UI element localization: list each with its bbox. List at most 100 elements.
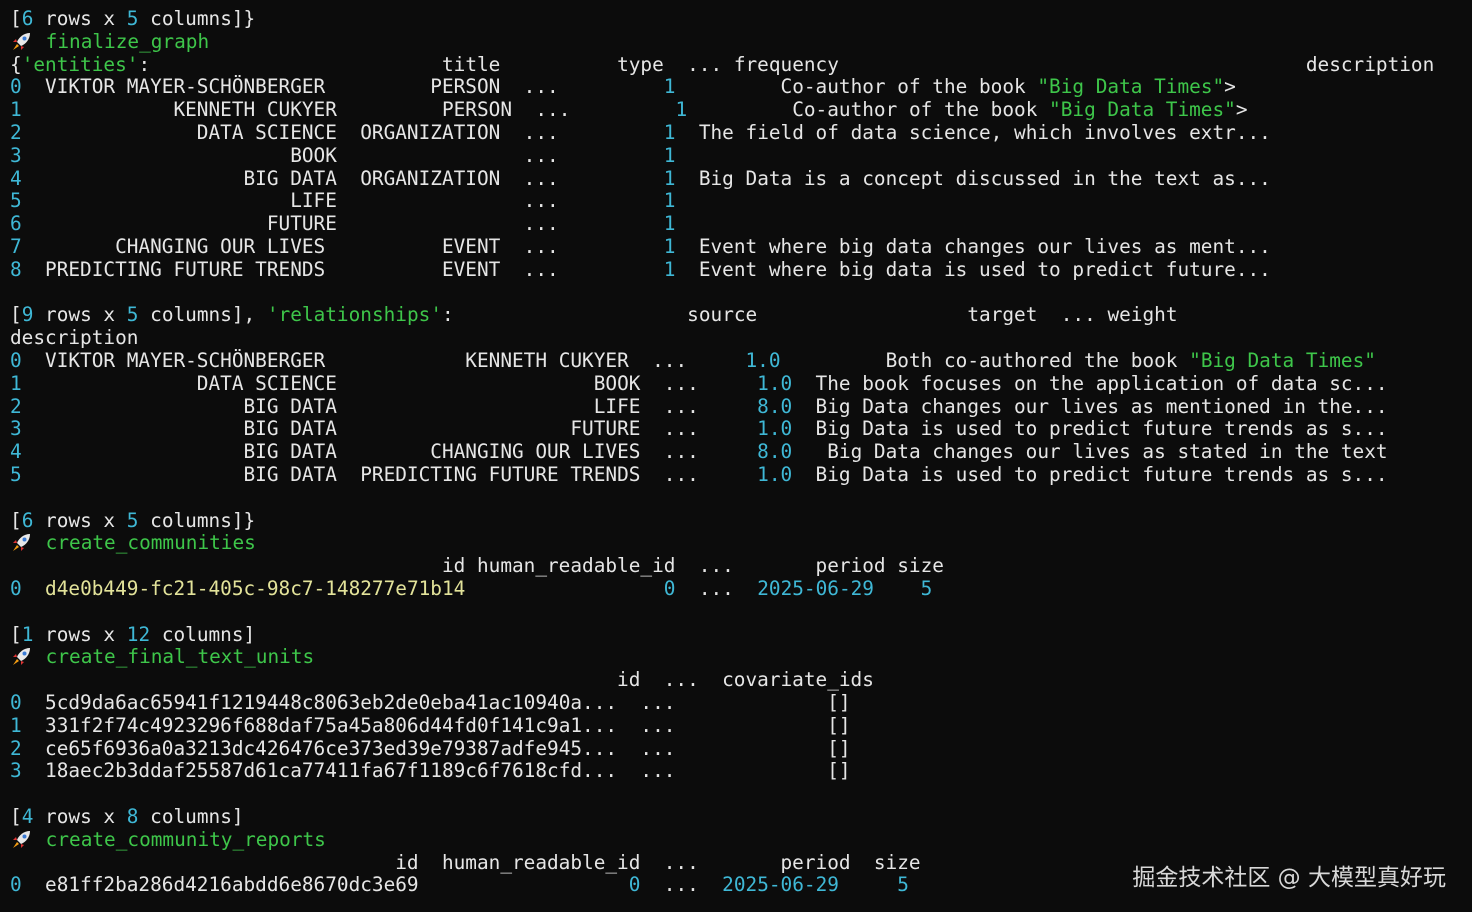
terminal-text: "Big Data Times" xyxy=(1049,98,1236,122)
terminal-text: rows x xyxy=(33,622,127,646)
terminal-text: id human_readable_id ... period size xyxy=(10,554,944,578)
watermark: 掘金技术社区 @ 大模型真好玩 xyxy=(1132,865,1446,891)
terminal-text: Big Data is used to predict future trend… xyxy=(792,417,1388,441)
terminal-text: BIG DATA FUTURE ... xyxy=(21,417,758,441)
terminal-line: {'entities': title type ... frequency de… xyxy=(10,52,1434,76)
terminal-line: [1 rows x 12 columns] xyxy=(10,622,255,646)
terminal-text: 5 xyxy=(126,7,139,30)
terminal-text: 4 xyxy=(10,440,22,464)
terminal-text: 1 xyxy=(663,235,676,258)
terminal-text: 2025-06-29 xyxy=(757,577,874,600)
terminal-text: columns] xyxy=(138,805,244,828)
terminal-text: 1.0 xyxy=(757,371,793,395)
terminal-text: 0 xyxy=(663,577,676,600)
terminal-text: 1 xyxy=(663,166,676,190)
terminal-line: create_community_reports xyxy=(10,827,326,851)
terminal-text: : source target ... weight xyxy=(442,303,1178,327)
terminal-text: Co-author of the book xyxy=(687,98,1050,122)
terminal-text: BOOK ... xyxy=(21,143,664,167)
terminal-line: 1 331f2f74c4923296f688daf75a45a806d44fd0… xyxy=(10,713,851,737)
terminal-text: BIG DATA LIFE ... xyxy=(21,394,758,418)
terminal-line: 0 d4e0b449-fc21-405c-98c7-148277e71b14 0… xyxy=(10,578,932,600)
terminal-text: 2 xyxy=(10,736,22,760)
terminal-text: 0 xyxy=(628,873,641,897)
terminal-text: PREDICTING FUTURE TRENDS EVENT ... xyxy=(21,257,664,281)
terminal-text: { xyxy=(10,52,22,76)
terminal-text: The book focuses on the application of d… xyxy=(792,371,1388,395)
terminal-text: Co-author of the book xyxy=(675,75,1038,99)
terminal-line: description xyxy=(10,327,138,349)
terminal-text: 3 xyxy=(10,417,22,441)
terminal-line: finalize_graph xyxy=(10,29,210,53)
terminal-line: id human_readable_id ... period size xyxy=(10,851,920,874)
terminal-text: [ xyxy=(10,622,22,646)
terminal-text: 'relationships' xyxy=(266,303,443,327)
terminal-text: ce65f6936a0a3213dc426476ce373ed39e79387a… xyxy=(21,736,851,760)
rocket-icon xyxy=(10,646,34,666)
terminal-text: FUTURE ... xyxy=(21,212,664,236)
terminal-line: 0 e81ff2ba286d4216abdd6e8670dc3e69 0 ...… xyxy=(10,874,909,896)
terminal-text: [ xyxy=(10,7,22,30)
terminal-text: 5 xyxy=(126,303,139,327)
terminal-line: 2 DATA SCIENCE ORGANIZATION ... 1 The fi… xyxy=(10,122,1271,144)
terminal-text: 8.0 xyxy=(757,440,793,464)
terminal-line: 2 BIG DATA LIFE ... 8.0 Big Data changes… xyxy=(10,394,1388,418)
terminal-text: [ xyxy=(10,805,22,828)
terminal-text: Big Data changes our lives as mentioned … xyxy=(792,394,1388,418)
terminal-line: [6 rows x 5 columns]} xyxy=(10,508,256,532)
terminal-text: 3 xyxy=(10,143,22,167)
terminal-line: 3 BIG DATA FUTURE ... 1.0 Big Data is us… xyxy=(10,418,1388,440)
terminal-text: Big Data is a concept discussed in the t… xyxy=(675,166,1271,190)
terminal-text: rows x xyxy=(33,303,127,327)
terminal-text: Event where big data changes our lives a… xyxy=(675,235,1271,258)
terminal-text: 5 xyxy=(10,189,22,213)
terminal-text: DATA SCIENCE ORGANIZATION ... xyxy=(21,121,664,144)
terminal-line: [9 rows x 5 columns], 'relationships': s… xyxy=(10,304,1178,326)
terminal-text: [ xyxy=(10,303,22,327)
terminal-text: 18aec2b3ddaf25587d61ca77411fa67f1189c6f7… xyxy=(21,759,851,783)
terminal-text: 2025-06-29 xyxy=(722,873,839,897)
terminal-text: create_community_reports xyxy=(34,827,326,851)
terminal-text: rows x xyxy=(33,805,127,828)
terminal-text: 5 xyxy=(897,873,909,897)
terminal-text: The field of data science, which involve… xyxy=(675,121,1271,144)
terminal-text: columns]} xyxy=(138,508,256,532)
terminal-text: 5 xyxy=(10,463,22,486)
terminal-text: 8.0 xyxy=(757,394,793,418)
terminal-text: Event where big data is used to predict … xyxy=(675,257,1271,281)
terminal-text: 6 xyxy=(10,212,22,236)
terminal-text: Big Data is used to predict future trend… xyxy=(792,463,1388,486)
terminal-line: 3 18aec2b3ddaf25587d61ca77411fa67f1189c6… xyxy=(10,760,851,782)
terminal-text: 7 xyxy=(10,235,22,258)
rocket-icon xyxy=(10,829,34,849)
terminal-text: finalize_graph xyxy=(34,29,210,53)
terminal-text: 1 xyxy=(663,212,676,236)
terminal-line: 1 KENNETH CUKYER PERSON ... 1 Co-author … xyxy=(10,99,1248,121)
terminal-text: 5cd9da6ac65941f1219448c8063eb2de0eba41ac… xyxy=(21,691,851,714)
terminal-text: 5 xyxy=(920,577,933,600)
terminal-text: 331f2f74c4923296f688daf75a45a806d44fd0f1… xyxy=(21,713,851,737)
terminal-text: 1.0 xyxy=(757,417,793,441)
terminal-line: id ... covariate_ids xyxy=(10,669,874,691)
terminal-text: VIKTOR MAYER-SCHÖNBERGER KENNETH CUKYER … xyxy=(21,349,746,372)
terminal-text: Big Data changes our lives as stated in … xyxy=(792,440,1388,464)
terminal-line: 5 LIFE ... 1 xyxy=(10,190,675,212)
rocket-icon xyxy=(10,31,34,51)
terminal-line: id human_readable_id ... period size xyxy=(10,555,944,577)
terminal-text: id ... covariate_ids xyxy=(10,668,874,692)
terminal-text: DATA SCIENCE BOOK ... xyxy=(21,371,758,395)
terminal-line: 0 5cd9da6ac65941f1219448c8063eb2de0eba41… xyxy=(10,692,851,714)
terminal-text: 3 xyxy=(10,759,22,783)
terminal-text: 8 xyxy=(126,805,139,828)
terminal-line: 0 VIKTOR MAYER-SCHÖNBERGER KENNETH CUKYE… xyxy=(10,350,1376,372)
terminal-line: 2 ce65f6936a0a3213dc426476ce373ed39e7938… xyxy=(10,736,851,760)
terminal-text: 1.0 xyxy=(757,463,793,486)
terminal-text: 0 xyxy=(10,577,22,600)
terminal-text: 0 xyxy=(10,349,22,372)
terminal-text: 1 xyxy=(663,121,676,144)
terminal-text: 0 xyxy=(10,75,22,99)
terminal-text: 1 xyxy=(21,622,34,646)
terminal-line: 8 PREDICTING FUTURE TRENDS EVENT ... 1 E… xyxy=(10,257,1271,281)
